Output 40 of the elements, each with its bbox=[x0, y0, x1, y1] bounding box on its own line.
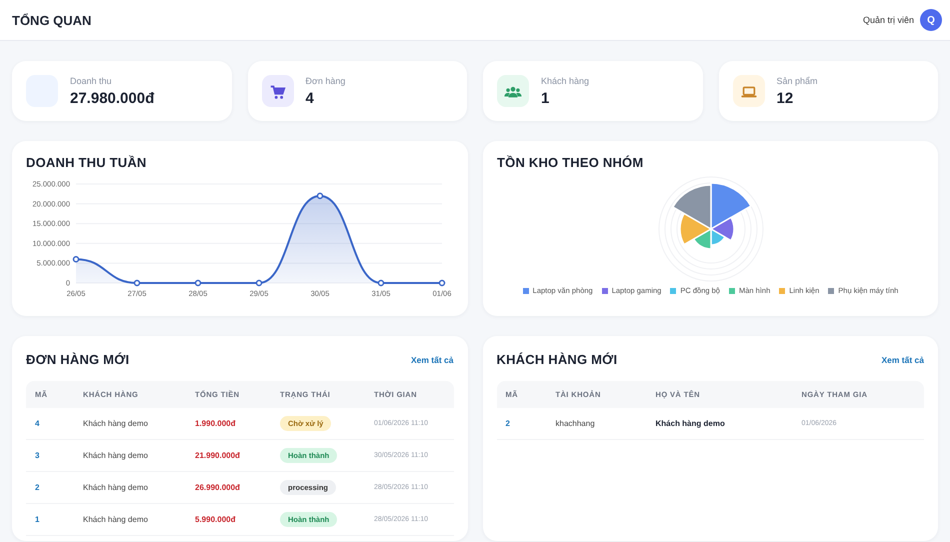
view-all-link[interactable]: Xem tất cả bbox=[881, 354, 924, 364]
order-id: 1 bbox=[35, 515, 40, 524]
order-total: 5.990.000đ bbox=[195, 515, 236, 524]
chart-title: TỒN KHO THEO NHÓM bbox=[497, 155, 644, 170]
user-avatar[interactable]: Q bbox=[920, 9, 942, 31]
customer-name: Khách hàng demo bbox=[83, 483, 149, 492]
account-name: khachhang bbox=[556, 419, 596, 428]
customer-id: 2 bbox=[506, 419, 511, 428]
page-title: TỔNG QUAN bbox=[12, 12, 92, 28]
stat-value: 12 bbox=[776, 90, 794, 106]
chart-title: DOANH THU TUẦN bbox=[26, 155, 148, 170]
order-total: 1.990.000đ bbox=[195, 419, 236, 428]
data-point bbox=[72, 256, 80, 262]
data-point bbox=[256, 280, 262, 286]
stat-label: Sản phẩm bbox=[776, 76, 818, 86]
stat-label: Doanh thu bbox=[70, 76, 113, 86]
order-id: 2 bbox=[35, 483, 40, 492]
view-all-link[interactable]: Xem tất cả bbox=[410, 354, 454, 364]
stat-label: Đơn hàng bbox=[306, 76, 346, 86]
section-title: KHÁCH HÀNG MỚI bbox=[496, 352, 618, 367]
section-title: ĐƠN HÀNG MỚI bbox=[26, 352, 130, 367]
data-point bbox=[378, 280, 384, 286]
cart-icon bbox=[268, 82, 286, 100]
stat-value: 1 bbox=[541, 90, 550, 106]
order-total: 21.990.000đ bbox=[195, 451, 241, 460]
data-point bbox=[134, 280, 140, 286]
customer-name: Khách hàng demo bbox=[83, 451, 149, 460]
full-name: Khách hàng demo bbox=[656, 419, 726, 428]
order-id: 4 bbox=[35, 419, 40, 428]
stat-label: Khách hàng bbox=[541, 76, 590, 86]
data-point bbox=[194, 280, 202, 286]
data-point bbox=[438, 280, 446, 286]
customer-name: Khách hàng demo bbox=[83, 515, 149, 524]
customer-name: Khách hàng demo bbox=[83, 419, 149, 428]
order-id: 3 bbox=[35, 451, 40, 460]
data-point bbox=[316, 192, 324, 200]
order-total: 26.990.000đ bbox=[195, 483, 241, 492]
stat-value: 4 bbox=[306, 90, 315, 106]
stat-value: 27.980.000đ bbox=[70, 90, 154, 106]
user-role: Quản trị viên bbox=[862, 15, 914, 25]
